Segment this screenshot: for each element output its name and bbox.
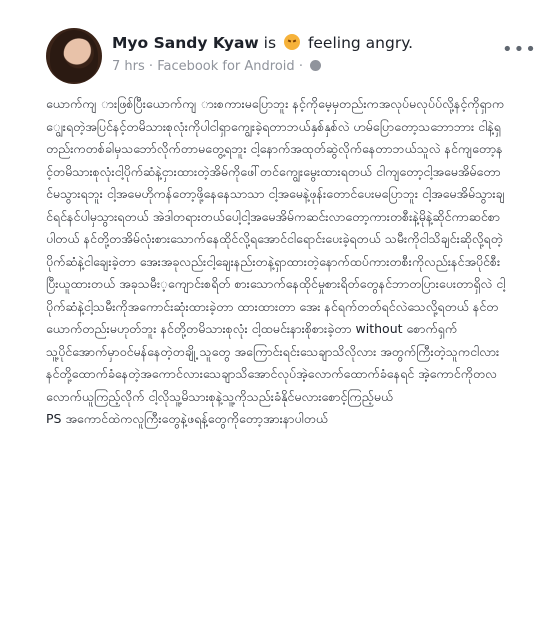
angry-face-icon (284, 34, 300, 50)
post-paragraph-2: သူ့ပိုင်အောက်မှာဝင်မန်နေတဲ့တချို့ သူတွေ … (46, 343, 504, 404)
author-avatar[interactable] (46, 28, 102, 84)
more-options-icon[interactable]: ••• (502, 40, 536, 60)
feeling-label: feeling angry. (307, 34, 414, 52)
post-paragraph-1: ယောက်ကျ ားဖြစ်ပြီးယောက်ကျ ားစကားမပြောဘူး… (46, 96, 506, 336)
author-line: Myo Sandy Kyaw is feeling angry. (112, 32, 413, 54)
post-time[interactable]: 7 hrs (112, 59, 145, 74)
meta-separator-2: · (298, 59, 303, 74)
post-meta: 7 hrs · Facebook for Android · (112, 58, 322, 76)
feeling-prefix: is (263, 34, 277, 52)
post-source: Facebook for Android (157, 59, 295, 74)
author-name[interactable]: Myo Sandy Kyaw (112, 34, 259, 52)
globe-icon (310, 60, 322, 71)
avatar-photo (50, 30, 98, 82)
post-header: Myo Sandy Kyaw is feeling angry. 7 hrs ·… (46, 28, 536, 88)
facebook-post: Myo Sandy Kyaw is feeling angry. 7 hrs ·… (0, 0, 550, 618)
meta-separator: · (148, 59, 154, 74)
post-paragraph-3: PS အကောင်ထဲကလူကြီးတွေနဲ့ဖရန့်တွေကိုတော့အ… (46, 411, 329, 426)
post-body: ယောက်ကျ ားဖြစ်ပြီးယောက်ကျ ားစကားမပြောဘူး… (46, 93, 506, 431)
